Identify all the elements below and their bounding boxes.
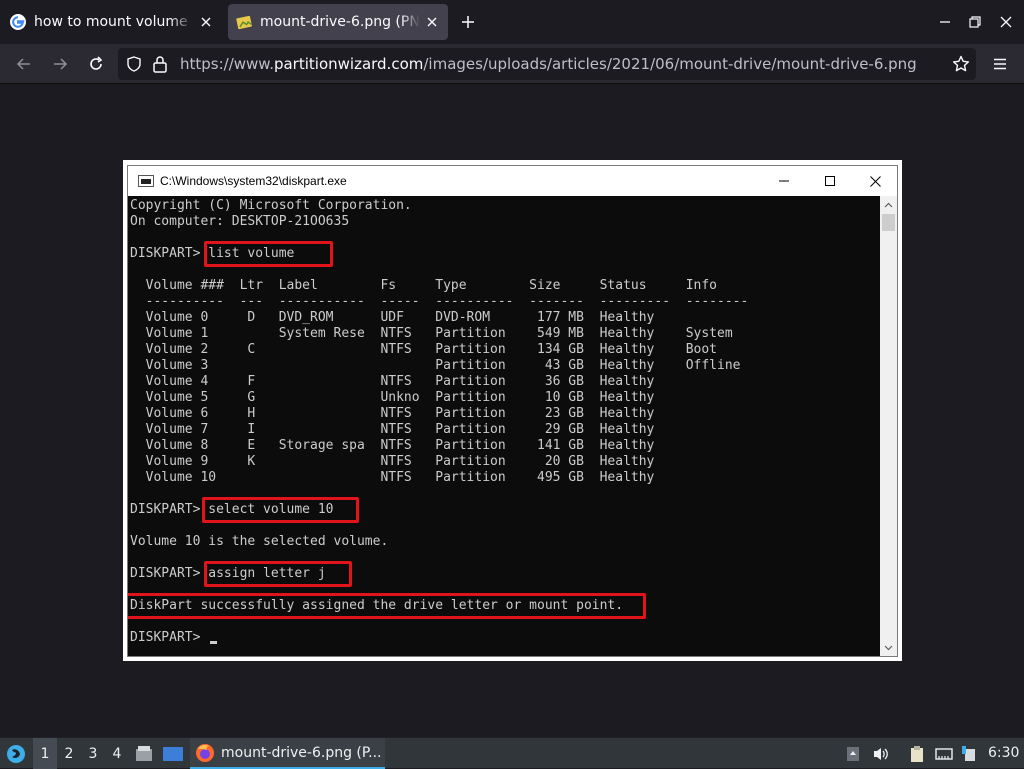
close-icon xyxy=(1000,16,1012,28)
navigation-toolbar: https://www.partitionwizard.com/images/u… xyxy=(0,44,1024,84)
workspace-3[interactable]: 3 xyxy=(81,738,105,769)
back-button[interactable] xyxy=(10,50,38,78)
hamburger-menu-icon xyxy=(994,58,1006,70)
volume-row: Volume 9 K NTFS Partition 20 GB Healthy xyxy=(130,454,655,469)
volume-table-divider: ---------- --- ----------- ----- -------… xyxy=(130,294,749,309)
power-icon xyxy=(962,746,975,761)
volume-row: Volume 3 Partition 43 GB Healthy Offline xyxy=(130,358,741,373)
workspace-2[interactable]: 2 xyxy=(57,738,81,769)
workspace-4[interactable]: 4 xyxy=(105,738,129,769)
scroll-thumb[interactable] xyxy=(882,214,895,231)
image-icon xyxy=(236,15,252,30)
terminal-line: Copyright (C) Microsoft Corporation. xyxy=(130,198,412,213)
console-minimize-button[interactable] xyxy=(761,166,807,196)
terminal-output[interactable]: Copyright (C) Microsoft Corporation. On … xyxy=(128,196,880,656)
firefox-icon xyxy=(196,743,214,762)
minimize-icon xyxy=(940,21,950,23)
volume-row: Volume 6 H NTFS Partition 23 GB Healthy xyxy=(130,406,655,421)
volume-icon[interactable] xyxy=(870,743,892,765)
volume-row: Volume 4 F NTFS Partition 36 GB Healthy xyxy=(130,374,655,389)
wired-network-icon xyxy=(935,748,953,760)
scroll-down-arrow[interactable] xyxy=(880,639,897,656)
arrow-left-icon xyxy=(16,58,30,70)
diskpart-console-window: C:\Windows\system32\diskpart.exe Copyrig… xyxy=(127,165,898,657)
console-maximize-button[interactable] xyxy=(807,166,853,196)
maximize-icon xyxy=(825,176,835,186)
file-manager-launcher[interactable] xyxy=(133,743,155,765)
clock[interactable]: 6:30 xyxy=(988,738,1019,769)
folder-icon xyxy=(136,746,152,761)
console-scrollbar[interactable] xyxy=(880,196,897,656)
workspace-1[interactable]: 1 xyxy=(33,738,57,769)
volume-table-header: Volume ### Ltr Label Fs Type Size Status… xyxy=(130,278,717,293)
lxqt-logo-icon xyxy=(7,745,25,763)
close-tab-icon[interactable] xyxy=(194,10,218,34)
highlight-success-message xyxy=(128,593,646,619)
lock-icon[interactable] xyxy=(152,55,168,73)
forward-button[interactable] xyxy=(46,50,74,78)
network-icon[interactable] xyxy=(933,743,955,765)
console-close-button[interactable] xyxy=(852,166,898,196)
volume-row: Volume 8 E Storage spa NTFS Partition 14… xyxy=(130,438,655,453)
tray-arrow-icon[interactable] xyxy=(842,743,864,765)
speaker-icon xyxy=(874,748,888,760)
chevron-down-icon xyxy=(884,645,893,650)
volume-row: Volume 0 D DVD_ROM UDF DVD-ROM 177 MB He… xyxy=(130,310,655,325)
terminal-prompt: DISKPART> xyxy=(130,630,209,645)
terminal-line: Volume 10 is the selected volume. xyxy=(130,534,389,549)
show-desktop-launcher[interactable] xyxy=(162,743,184,765)
plus-icon xyxy=(462,16,474,28)
volume-row: Volume 10 NTFS Partition 495 GB Healthy xyxy=(130,470,655,485)
battery-icon[interactable] xyxy=(960,743,982,765)
menu-button[interactable] xyxy=(986,50,1014,78)
eject-icon xyxy=(847,747,859,761)
close-window-button[interactable] xyxy=(991,8,1021,36)
console-app-icon xyxy=(138,175,154,187)
console-title: C:\Windows\system32\diskpart.exe xyxy=(160,174,347,188)
clipboard-icon-glyph xyxy=(911,746,923,762)
highlight-list-volume xyxy=(204,241,333,267)
terminal-line: On computer: DESKTOP-21OO635 xyxy=(130,214,350,229)
star-bookmark-icon[interactable] xyxy=(952,55,970,73)
url-text[interactable]: https://www.partitionwizard.com/images/u… xyxy=(180,55,917,73)
minimize-icon xyxy=(779,180,789,182)
new-tab-button[interactable] xyxy=(456,10,480,34)
console-titlebar: C:\Windows\system32\diskpart.exe xyxy=(128,166,897,196)
reload-button[interactable] xyxy=(82,50,110,78)
url-bar[interactable]: https://www.partitionwizard.com/images/u… xyxy=(118,48,976,80)
desktop-icon xyxy=(163,747,183,761)
restore-icon xyxy=(969,16,981,28)
scroll-up-arrow[interactable] xyxy=(880,196,897,213)
tab-google-search[interactable]: how to mount volume - G xyxy=(2,4,222,40)
volume-row: Volume 7 I NTFS Partition 29 GB Healthy xyxy=(130,422,655,437)
tab-title: how to mount volume - G xyxy=(34,14,194,30)
volume-row: Volume 5 G Unkno Partition 10 GB Healthy xyxy=(130,390,655,405)
highlight-assign-letter xyxy=(204,561,352,587)
minimize-button[interactable] xyxy=(930,8,960,36)
taskbar-item-label: mount-drive-6.png (P... xyxy=(221,744,382,761)
volume-row: Volume 1 System Rese NTFS Partition 549 … xyxy=(130,326,733,341)
tab-strip: how to mount volume - G mount-drive-6.pn… xyxy=(0,0,1024,44)
restore-button[interactable] xyxy=(960,8,990,36)
chevron-up-icon xyxy=(884,202,893,207)
start-menu-icon[interactable] xyxy=(5,743,27,765)
close-icon xyxy=(869,175,881,187)
highlight-select-volume xyxy=(202,497,359,523)
arrow-right-icon xyxy=(54,58,68,70)
reload-icon xyxy=(90,56,103,70)
tab-title: mount-drive-6.png (PNG xyxy=(260,14,420,30)
clipboard-icon[interactable] xyxy=(906,743,928,765)
google-g-icon xyxy=(10,14,26,30)
text-cursor xyxy=(210,641,217,644)
volume-row: Volume 2 C NTFS Partition 134 GB Healthy… xyxy=(130,342,717,357)
tab-image[interactable]: mount-drive-6.png (PNG xyxy=(228,4,448,40)
shield-icon[interactable] xyxy=(126,56,142,72)
taskbar-item-firefox[interactable]: mount-drive-6.png (P... xyxy=(190,738,385,769)
close-tab-icon[interactable] xyxy=(420,10,444,34)
taskbar: 1 2 3 4 mount-drive-6.png (P... 6:30 xyxy=(0,737,1024,769)
